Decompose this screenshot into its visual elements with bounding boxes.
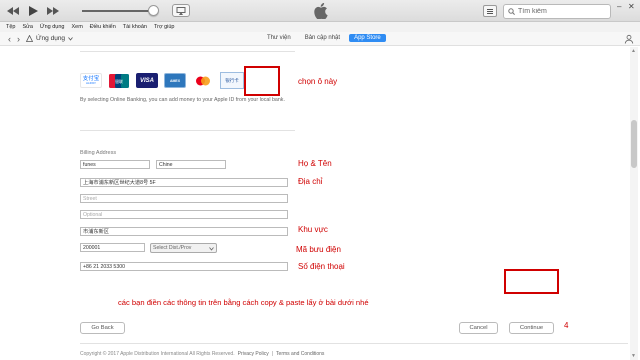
title-bar: – ✕	[0, 0, 640, 22]
menu-bar: Tệp Sửa Ứng dụng Xem Điều khiển Tài khoả…	[0, 22, 640, 32]
footer-separator: |	[271, 351, 274, 357]
scroll-down-icon[interactable]: ▼	[631, 353, 636, 359]
media-type-label: Ứng dụng	[36, 35, 66, 42]
terms-link[interactable]: Terms and Conditions	[276, 351, 324, 357]
scroll-up-icon[interactable]: ▲	[631, 48, 636, 54]
volume-slider-track[interactable]	[82, 10, 154, 12]
media-type-select[interactable]: Ứng dụng	[26, 35, 73, 42]
menu-view[interactable]: Xem	[71, 24, 82, 30]
go-back-button[interactable]: Go Back	[80, 322, 125, 334]
mastercard-option[interactable]	[192, 73, 214, 88]
airplay-button[interactable]	[172, 4, 190, 17]
apple-logo-icon	[314, 3, 328, 19]
address-optional-field[interactable]	[80, 210, 288, 219]
alipay-option[interactable]: 支付宝 ALIPAY	[80, 73, 102, 88]
mastercard-logo-icon	[196, 76, 210, 85]
menu-account[interactable]: Tài khoản	[123, 24, 147, 30]
store-tabs: Thư viện Bản cập nhật App Store	[262, 34, 386, 42]
visa-logo: VISA	[139, 77, 154, 84]
fast-forward-button[interactable]	[46, 4, 60, 17]
billing-address-label: Billing Address	[80, 150, 117, 156]
tab-updates[interactable]: Bản cập nhật	[300, 34, 345, 42]
navigation-bar: ‹ › Ứng dụng Thư viện Bản cập nhật App S…	[0, 32, 640, 46]
annotation-name: Họ & Tên	[298, 159, 332, 168]
close-window-icon[interactable]: ✕	[628, 2, 635, 11]
search-input[interactable]	[518, 8, 608, 15]
annotation-address: Địa chỉ	[298, 177, 323, 186]
unionpay-option[interactable]: 银联	[108, 73, 130, 88]
phone-field[interactable]	[80, 262, 288, 271]
section-divider	[80, 130, 295, 131]
amex-option[interactable]: AMEX	[164, 73, 186, 88]
chevron-down-icon	[68, 36, 73, 41]
online-banking-option[interactable]: 银行卡	[220, 72, 244, 89]
online-banking-logo: 银行卡	[225, 77, 239, 83]
menu-controls[interactable]: Điều khiển	[90, 24, 116, 30]
online-banking-highlight	[244, 66, 280, 96]
tab-library[interactable]: Thư viện	[262, 34, 296, 42]
back-arrow-icon[interactable]: ‹	[8, 34, 11, 44]
minimize-window-icon[interactable]: –	[617, 2, 621, 11]
annotation-area: Khu vực	[298, 225, 328, 234]
payment-description: By selecting Online Banking, you can add…	[80, 97, 285, 103]
address-line1-field[interactable]	[80, 178, 288, 187]
annotation-instruction: các bạn điền các thông tin trên bằng các…	[118, 298, 369, 307]
fast-forward-icon	[47, 6, 59, 15]
copyright-text: Copyright © 2017 Apple Distribution Inte…	[80, 351, 235, 357]
district-field[interactable]	[80, 227, 288, 236]
rewind-button[interactable]	[6, 4, 20, 17]
scrollbar-track[interactable]	[630, 47, 638, 360]
scrollbar-thumb[interactable]	[631, 120, 637, 168]
top-divider	[80, 51, 295, 52]
first-name-field[interactable]	[80, 160, 150, 169]
playback-controls	[6, 4, 60, 17]
amex-logo: AMEX	[169, 78, 181, 83]
annotation-postal: Mã bưu điện	[296, 245, 341, 254]
menu-edit[interactable]: Sửa	[22, 24, 32, 30]
menu-apps[interactable]: Ứng dụng	[40, 24, 65, 30]
airplay-icon	[176, 6, 186, 15]
last-name-field[interactable]	[156, 160, 226, 169]
annotation-select-this: chọn ô này	[298, 77, 338, 86]
volume-slider-knob[interactable]	[148, 5, 159, 16]
account-icon[interactable]	[624, 34, 634, 44]
apps-icon	[26, 35, 33, 42]
visa-option[interactable]: VISA	[136, 73, 158, 88]
privacy-policy-link[interactable]: Privacy Policy	[238, 351, 269, 357]
play-button[interactable]	[26, 4, 40, 17]
up-next-list-button[interactable]	[483, 5, 497, 17]
street-field[interactable]	[80, 194, 288, 203]
chevron-down-icon	[209, 247, 214, 251]
continue-button[interactable]: Continue	[509, 322, 554, 334]
footer-divider	[80, 343, 628, 344]
rewind-icon	[7, 6, 19, 15]
region-select-label: Select Dist./Prov	[153, 245, 192, 251]
continue-highlight	[504, 269, 559, 294]
payment-form-page: 支付宝 ALIPAY 银联 VISA AMEX 银行卡 By selecting	[0, 47, 628, 360]
postal-code-field[interactable]	[80, 243, 145, 252]
menu-file[interactable]: Tệp	[6, 24, 15, 30]
forward-arrow-icon[interactable]: ›	[17, 34, 20, 44]
play-icon	[28, 5, 38, 16]
footer: Copyright © 2017 Apple Distribution Inte…	[80, 351, 324, 357]
tab-app-store[interactable]: App Store	[349, 34, 386, 42]
search-icon	[508, 8, 515, 15]
search-box[interactable]	[503, 4, 611, 19]
cancel-button[interactable]: Cancel	[459, 322, 498, 334]
payment-method-row: 支付宝 ALIPAY 银联 VISA AMEX 银行卡	[80, 72, 244, 89]
alipay-logo-sub: ALIPAY	[85, 81, 97, 85]
annotation-step-number: 4	[564, 321, 569, 330]
unionpay-logo-icon: 银联	[109, 73, 129, 88]
unionpay-logo: 银联	[115, 78, 123, 84]
annotation-phone: Số điện thoại	[298, 262, 345, 271]
menu-help[interactable]: Trợ giúp	[154, 24, 175, 30]
region-select[interactable]: Select Dist./Prov	[150, 243, 217, 253]
